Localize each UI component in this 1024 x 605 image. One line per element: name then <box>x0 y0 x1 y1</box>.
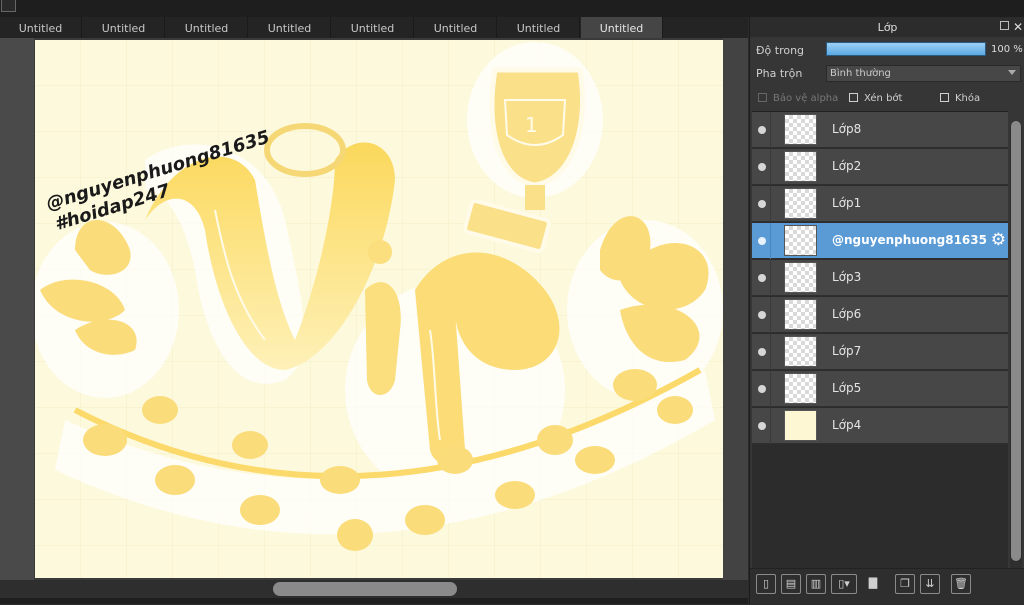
layer-row[interactable]: Lớp1 <box>752 186 1008 222</box>
layer-thumbnail <box>784 299 817 330</box>
visibility-eye-icon[interactable] <box>758 237 766 245</box>
visibility-eye-icon[interactable] <box>758 274 766 282</box>
duplicate-layer-icon[interactable]: ❐ <box>895 574 915 594</box>
clipping-label: Xén bớt <box>864 93 903 104</box>
layer-name: Lớp4 <box>832 418 862 432</box>
layer-list: Lớp8 Lớp2 Lớp1 @nguyenphuong81635 ⚙ Lớp3… <box>752 111 1008 568</box>
canvas-margin-right <box>723 38 748 582</box>
layer-thumbnail <box>784 336 817 367</box>
layer-thumbnail <box>784 225 817 256</box>
protect-alpha-label: Bảo vệ alpha <box>773 93 839 104</box>
visibility-eye-icon[interactable] <box>758 311 766 319</box>
layer-name: @nguyenphuong81635 <box>832 233 987 247</box>
visibility-eye-icon[interactable] <box>758 200 766 208</box>
layer-thumbnail <box>784 151 817 182</box>
drawing-canvas[interactable]: 1 @nguyenphuong81635 #hoidap247 <box>35 40 723 578</box>
layer-thumbnail <box>784 373 817 404</box>
lock-label: Khóa <box>955 93 981 104</box>
status-edge <box>0 598 748 604</box>
layer-name: Lớp7 <box>832 344 862 358</box>
layer-name: Lớp5 <box>832 381 862 395</box>
visibility-eye-icon[interactable] <box>758 422 766 430</box>
opacity-slider[interactable] <box>826 42 986 56</box>
tab-untitled-3[interactable]: Untitled <box>166 17 248 38</box>
protect-alpha-checkbox[interactable]: Bảo vệ alpha <box>758 93 838 104</box>
checkbox-box <box>758 93 767 102</box>
layer-list-scroll-thumb[interactable] <box>1011 121 1021 561</box>
layer-row[interactable]: Lớp4 <box>752 408 1008 444</box>
layer-name: Lớp1 <box>832 196 862 210</box>
window-menu-button[interactable] <box>1 0 16 12</box>
blend-mode-label: Pha trộn <box>756 67 803 80</box>
new-layer-icon[interactable]: ▯ <box>756 574 776 594</box>
layer-row-selected[interactable]: @nguyenphuong81635 ⚙ <box>752 223 1008 259</box>
opacity-label: Độ trong <box>756 44 805 57</box>
layer-row[interactable]: Lớp5 <box>752 371 1008 407</box>
layer-name: Lớp6 <box>832 307 862 321</box>
layer-thumbnail <box>784 188 817 219</box>
top-menu-strip <box>0 0 1024 17</box>
tab-untitled-1[interactable]: Untitled <box>0 17 82 38</box>
layer-panel-title: Lớp <box>877 21 898 34</box>
artwork: 1 @nguyenphuong81635 #hoidap247 <box>35 40 723 578</box>
canvas-viewport[interactable]: 1 @nguyenphuong81635 #hoidap247 <box>0 38 748 604</box>
layer-row[interactable]: Lớp3 <box>752 260 1008 296</box>
tab-untitled-2[interactable]: Untitled <box>83 17 165 38</box>
delete-layer-icon[interactable]: 🗑 <box>951 574 971 594</box>
layer-thumbnail <box>784 262 817 293</box>
gear-icon[interactable]: ⚙ <box>991 231 1006 249</box>
new-layer-8bit-icon[interactable]: ▤ <box>781 574 801 594</box>
visibility-eye-icon[interactable] <box>758 348 766 356</box>
layer-row[interactable]: Lớp2 <box>752 149 1008 185</box>
chevron-down-icon <box>1008 70 1016 75</box>
layer-row[interactable]: Lớp6 <box>752 297 1008 333</box>
horizontal-scrollbar[interactable] <box>0 580 748 598</box>
layer-row[interactable]: Lớp8 <box>752 112 1008 148</box>
document-tab-bar: Untitled Untitled Untitled Untitled Unti… <box>0 17 748 38</box>
checkbox-box <box>940 93 949 102</box>
tab-untitled-6[interactable]: Untitled <box>415 17 497 38</box>
visibility-eye-icon[interactable] <box>758 126 766 134</box>
layer-list-scrollbar[interactable] <box>1010 121 1022 571</box>
blend-mode-value: Bình thường <box>830 68 891 79</box>
layer-name: Lớp3 <box>832 270 862 284</box>
opacity-value: 100 % <box>991 44 1023 55</box>
merge-down-icon[interactable]: ⇊ <box>920 574 940 594</box>
tab-untitled-4[interactable]: Untitled <box>249 17 331 38</box>
new-layer-1bit-icon[interactable]: ▥ <box>806 574 826 594</box>
layer-row[interactable]: Lớp7 <box>752 334 1008 370</box>
visibility-eye-icon[interactable] <box>758 385 766 393</box>
lock-checkbox[interactable]: Khóa <box>940 93 980 104</box>
visibility-eye-icon[interactable] <box>758 163 766 171</box>
trophy-number: 1 <box>525 113 538 137</box>
canvas-margin-left <box>0 38 34 582</box>
tab-untitled-active[interactable]: Untitled <box>581 17 663 38</box>
clipping-checkbox[interactable]: Xén bớt <box>849 93 902 104</box>
layer-panel-header: Lớp ✕ <box>750 17 1024 37</box>
new-layer-menu-icon[interactable]: ▯▾ <box>831 574 857 594</box>
layer-panel: Lớp ✕ Độ trong 100 % Pha trộn Bình thườn… <box>749 17 1024 605</box>
layer-thumbnail <box>784 114 817 145</box>
horizontal-scroll-thumb[interactable] <box>273 582 457 596</box>
close-icon[interactable]: ✕ <box>1013 17 1023 37</box>
new-folder-icon[interactable]: ▇ <box>863 574 883 594</box>
layer-thumbnail <box>784 410 817 441</box>
tab-untitled-7[interactable]: Untitled <box>498 17 580 38</box>
layer-toolbar: ▯ ▤ ▥ ▯▾ ▇ ❐ ⇊ 🗑 <box>750 568 1024 605</box>
layer-name: Lớp2 <box>832 159 862 173</box>
tab-untitled-5[interactable]: Untitled <box>332 17 414 38</box>
layer-name: Lớp8 <box>832 122 862 136</box>
checkbox-box <box>849 93 858 102</box>
float-panel-icon[interactable] <box>1000 21 1009 30</box>
blend-mode-select[interactable]: Bình thường <box>826 65 1021 82</box>
